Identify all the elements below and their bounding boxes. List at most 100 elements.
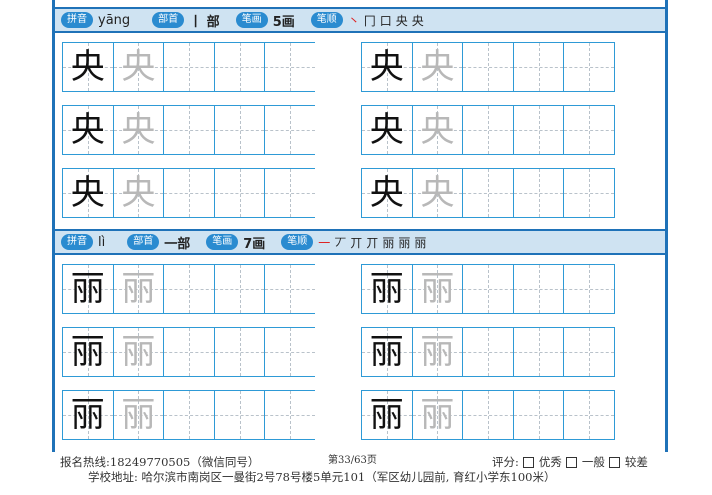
stroke-step: 丆	[334, 235, 347, 250]
model-character: 丽	[369, 395, 404, 435]
writing-cell[interactable]	[264, 105, 315, 155]
stroke-step: ㇔	[347, 13, 360, 28]
writing-cell[interactable]	[264, 390, 315, 440]
writing-cell[interactable]	[462, 42, 513, 92]
stroke-count-label: 笔画	[235, 12, 268, 28]
writing-cell[interactable]: 央	[62, 168, 113, 218]
trace-character: 丽	[121, 269, 156, 309]
writing-cell[interactable]	[462, 105, 513, 155]
model-character: 央	[369, 47, 404, 87]
writing-cell[interactable]	[264, 327, 315, 377]
stroke-order-sequence: 一丆丌丌丽丽丽	[318, 234, 426, 251]
radical-value: 丨 部	[189, 14, 220, 30]
trace-character: 丽	[420, 269, 455, 309]
model-character: 央	[70, 47, 105, 87]
writing-cell[interactable]	[264, 168, 315, 218]
writing-cell[interactable]: 央	[112, 168, 164, 218]
score-label: 评分:	[492, 455, 519, 469]
writing-cell[interactable]: 丽	[360, 327, 412, 377]
writing-cell[interactable]: 央	[62, 42, 113, 92]
writing-cell[interactable]	[512, 105, 564, 155]
writing-cell[interactable]	[213, 264, 265, 314]
writing-cell[interactable]	[213, 168, 265, 218]
writing-cell[interactable]: 央	[360, 42, 412, 92]
writing-cell[interactable]: 丽	[62, 264, 113, 314]
writing-cell[interactable]: 央	[112, 42, 164, 92]
stroke-step: 丌	[350, 235, 363, 250]
writing-cell[interactable]	[512, 168, 564, 218]
stroke-step: 丽	[398, 235, 411, 250]
grid-row: 丽丽丽丽	[62, 390, 658, 440]
checkbox-average[interactable]	[565, 456, 577, 468]
grid-row: 央央央央	[62, 168, 658, 218]
model-character: 央	[70, 173, 105, 213]
writing-cell[interactable]	[264, 264, 315, 314]
trace-character: 丽	[121, 332, 156, 372]
stroke-count-label: 笔画	[206, 234, 239, 250]
checkbox-poor[interactable]	[608, 456, 620, 468]
writing-cell[interactable]	[512, 264, 564, 314]
writing-cell[interactable]	[462, 390, 513, 440]
writing-cell[interactable]: 丽	[112, 264, 164, 314]
trace-character: 央	[121, 110, 156, 150]
writing-cell[interactable]	[462, 264, 513, 314]
writing-cell[interactable]	[163, 42, 214, 92]
writing-cell[interactable]: 央	[360, 105, 412, 155]
writing-cell[interactable]	[563, 42, 615, 92]
writing-cell[interactable]: 央	[411, 168, 463, 218]
grid-row: 丽丽丽丽	[62, 264, 658, 314]
writing-cell[interactable]	[163, 390, 214, 440]
school-address: 学校地址: 哈尔滨市南岗区一曼街2号78号楼5单元101（军区幼儿园前, 育红小…	[88, 470, 556, 484]
pinyin-value: lì	[98, 234, 106, 250]
writing-cell[interactable]	[213, 390, 265, 440]
stroke-order-label: 笔顺	[281, 234, 314, 250]
writing-cell[interactable]	[462, 327, 513, 377]
writing-cell[interactable]	[563, 168, 615, 218]
stroke-order-sequence: ㇔冂口央央	[348, 12, 424, 29]
trace-character: 央	[420, 173, 455, 213]
writing-cell[interactable]	[563, 264, 615, 314]
model-character: 丽	[70, 395, 105, 435]
writing-cell[interactable]	[163, 327, 214, 377]
stroke-step: 丽	[382, 235, 395, 250]
writing-cell[interactable]	[163, 105, 214, 155]
writing-cell[interactable]: 央	[62, 105, 113, 155]
writing-cell[interactable]	[563, 390, 615, 440]
writing-cell[interactable]: 丽	[112, 390, 164, 440]
writing-cell[interactable]: 丽	[360, 390, 412, 440]
writing-cell[interactable]: 丽	[360, 264, 412, 314]
writing-cell[interactable]	[512, 390, 564, 440]
writing-cell[interactable]	[512, 42, 564, 92]
page-number: 第33/63页	[328, 455, 377, 466]
pinyin-label: 拼音	[61, 12, 93, 28]
writing-cell[interactable]: 央	[411, 105, 463, 155]
writing-cell[interactable]: 丽	[411, 264, 463, 314]
writing-cell[interactable]: 丽	[411, 390, 463, 440]
model-character: 央	[369, 173, 404, 213]
model-character: 丽	[369, 332, 404, 372]
writing-cell[interactable]	[163, 168, 214, 218]
checkbox-excellent[interactable]	[522, 456, 534, 468]
writing-cell[interactable]	[264, 42, 315, 92]
writing-cell[interactable]	[512, 327, 564, 377]
writing-cell[interactable]	[213, 327, 265, 377]
writing-cell[interactable]	[462, 168, 513, 218]
stroke-step: 口	[379, 13, 392, 28]
writing-cell[interactable]	[563, 105, 615, 155]
writing-cell[interactable]: 丽	[62, 327, 113, 377]
radical-value: 一部	[164, 236, 191, 252]
writing-cell[interactable]	[213, 42, 265, 92]
writing-cell[interactable]	[563, 327, 615, 377]
writing-cell[interactable]: 央	[411, 42, 463, 92]
writing-cell[interactable]: 央	[360, 168, 412, 218]
score-opt-excellent: 优秀	[538, 455, 562, 469]
writing-cell[interactable]	[213, 105, 265, 155]
writing-cell[interactable]: 丽	[411, 327, 463, 377]
writing-cell[interactable]	[163, 264, 214, 314]
score-opt-average: 一般	[581, 455, 605, 469]
writing-cell[interactable]: 丽	[62, 390, 113, 440]
writing-cell[interactable]: 央	[112, 105, 164, 155]
hotline-text: 报名热线:18249770505（微信同号）	[60, 455, 260, 469]
practice-sheet: 拼音 yāng 部首丨 部笔画 5画 笔顺㇔冂口央央央央央央央央央央央央央央拼音 lì 部首…	[52, 0, 668, 452]
writing-cell[interactable]: 丽	[112, 327, 164, 377]
